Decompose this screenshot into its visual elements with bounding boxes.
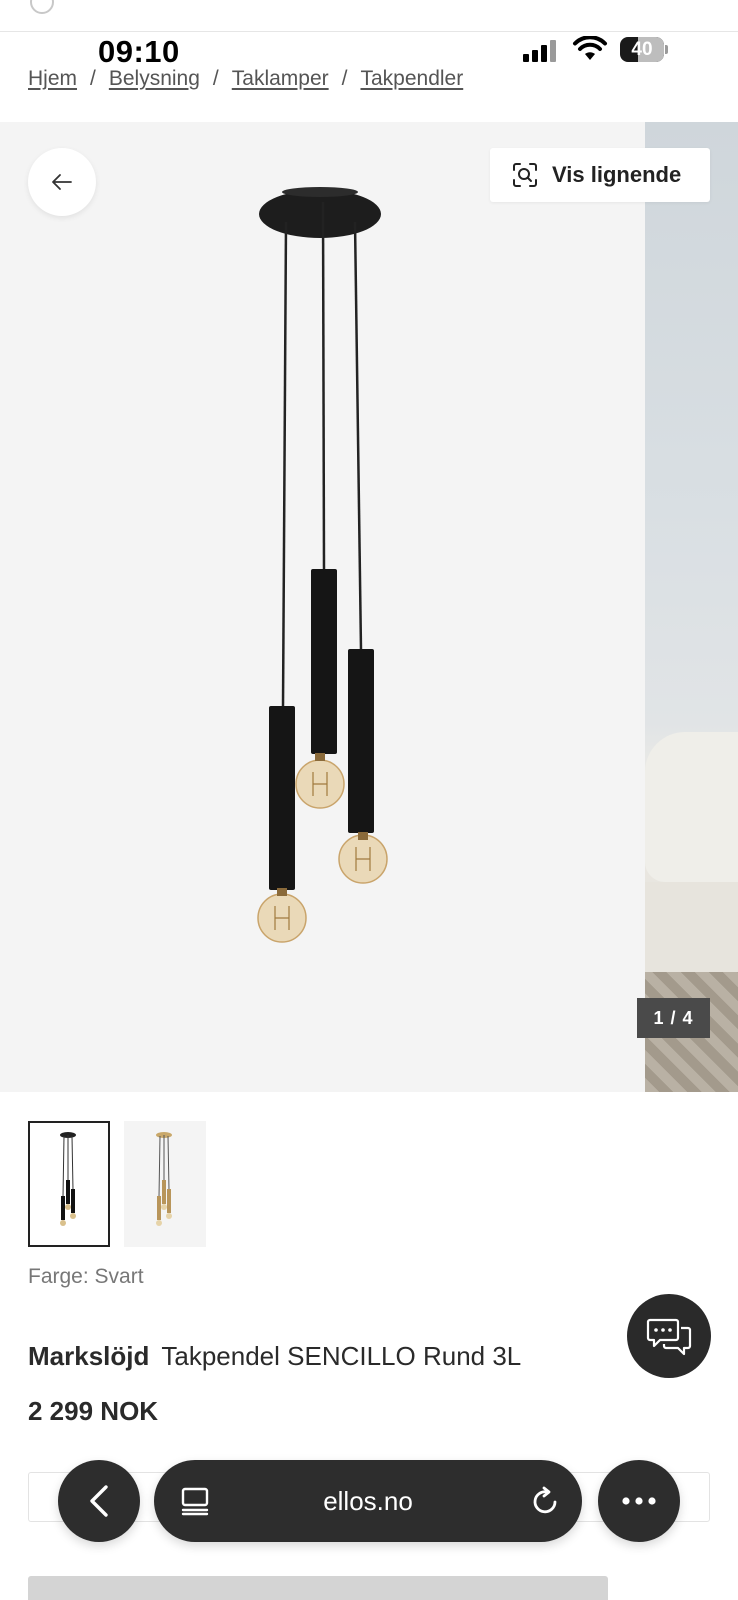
chat-bubbles-icon — [646, 1318, 692, 1356]
breadcrumb-link-taklamper[interactable]: Taklamper — [232, 67, 329, 91]
breadcrumb-link-hjem[interactable]: Hjem — [28, 67, 77, 91]
breadcrumb-separator: / — [212, 67, 219, 90]
add-to-cart-button[interactable] — [28, 1576, 608, 1600]
image-counter: 1 / 4 — [637, 998, 710, 1038]
reload-icon[interactable] — [530, 1485, 562, 1517]
status-bar: 09:10 40 — [0, 32, 738, 69]
battery-percent: 40 — [631, 39, 653, 60]
breadcrumb-separator: / — [90, 67, 96, 90]
battery-icon: 40 — [620, 37, 668, 62]
visual-search-icon — [513, 163, 537, 187]
more-dots-icon — [622, 1497, 656, 1505]
product-title: Markslöjd Takpendel SENCILLO Rund 3L — [28, 1341, 521, 1372]
wifi-icon — [573, 36, 607, 60]
thumbnail-brass[interactable] — [124, 1121, 206, 1247]
chevron-left-icon — [90, 1485, 108, 1517]
browser-back-button[interactable] — [58, 1460, 140, 1542]
product-name: Takpendel SENCILLO Rund 3L — [161, 1341, 522, 1371]
show-similar-label: Vis lignende — [552, 162, 682, 187]
search-icon — [30, 0, 54, 14]
breadcrumb: Hjem / Belysning / Taklamper / Takpendle… — [28, 64, 463, 94]
show-similar-button[interactable]: Vis lignende — [490, 148, 710, 202]
address-bar[interactable]: ellos.no — [154, 1460, 582, 1542]
product-image-gallery[interactable]: Vis lignende 1 / 4 — [0, 122, 738, 1092]
pendant-lamp-illustration — [257, 187, 388, 943]
next-product-image-peek[interactable] — [645, 122, 738, 1092]
chat-button[interactable] — [627, 1294, 711, 1378]
product-image[interactable] — [0, 122, 645, 1092]
cellular-signal-icon — [523, 40, 563, 62]
back-button[interactable] — [28, 148, 96, 216]
product-price: 2 299 NOK — [28, 1396, 159, 1426]
breadcrumb-link-belysning[interactable]: Belysning — [109, 67, 200, 91]
thumbnail-strip — [28, 1121, 206, 1247]
top-search-strip — [0, 0, 738, 32]
address-bar-url: ellos.no — [323, 1486, 413, 1516]
browser-more-button[interactable] — [598, 1460, 680, 1542]
breadcrumb-link-takpendler[interactable]: Takpendler — [360, 67, 463, 91]
product-brand[interactable]: Markslöjd — [28, 1341, 149, 1371]
arrow-left-icon — [52, 174, 72, 190]
breadcrumb-separator: / — [341, 67, 348, 90]
thumbnail-black[interactable] — [28, 1121, 110, 1247]
selected-color-label: Farge: Svart — [28, 1265, 144, 1288]
